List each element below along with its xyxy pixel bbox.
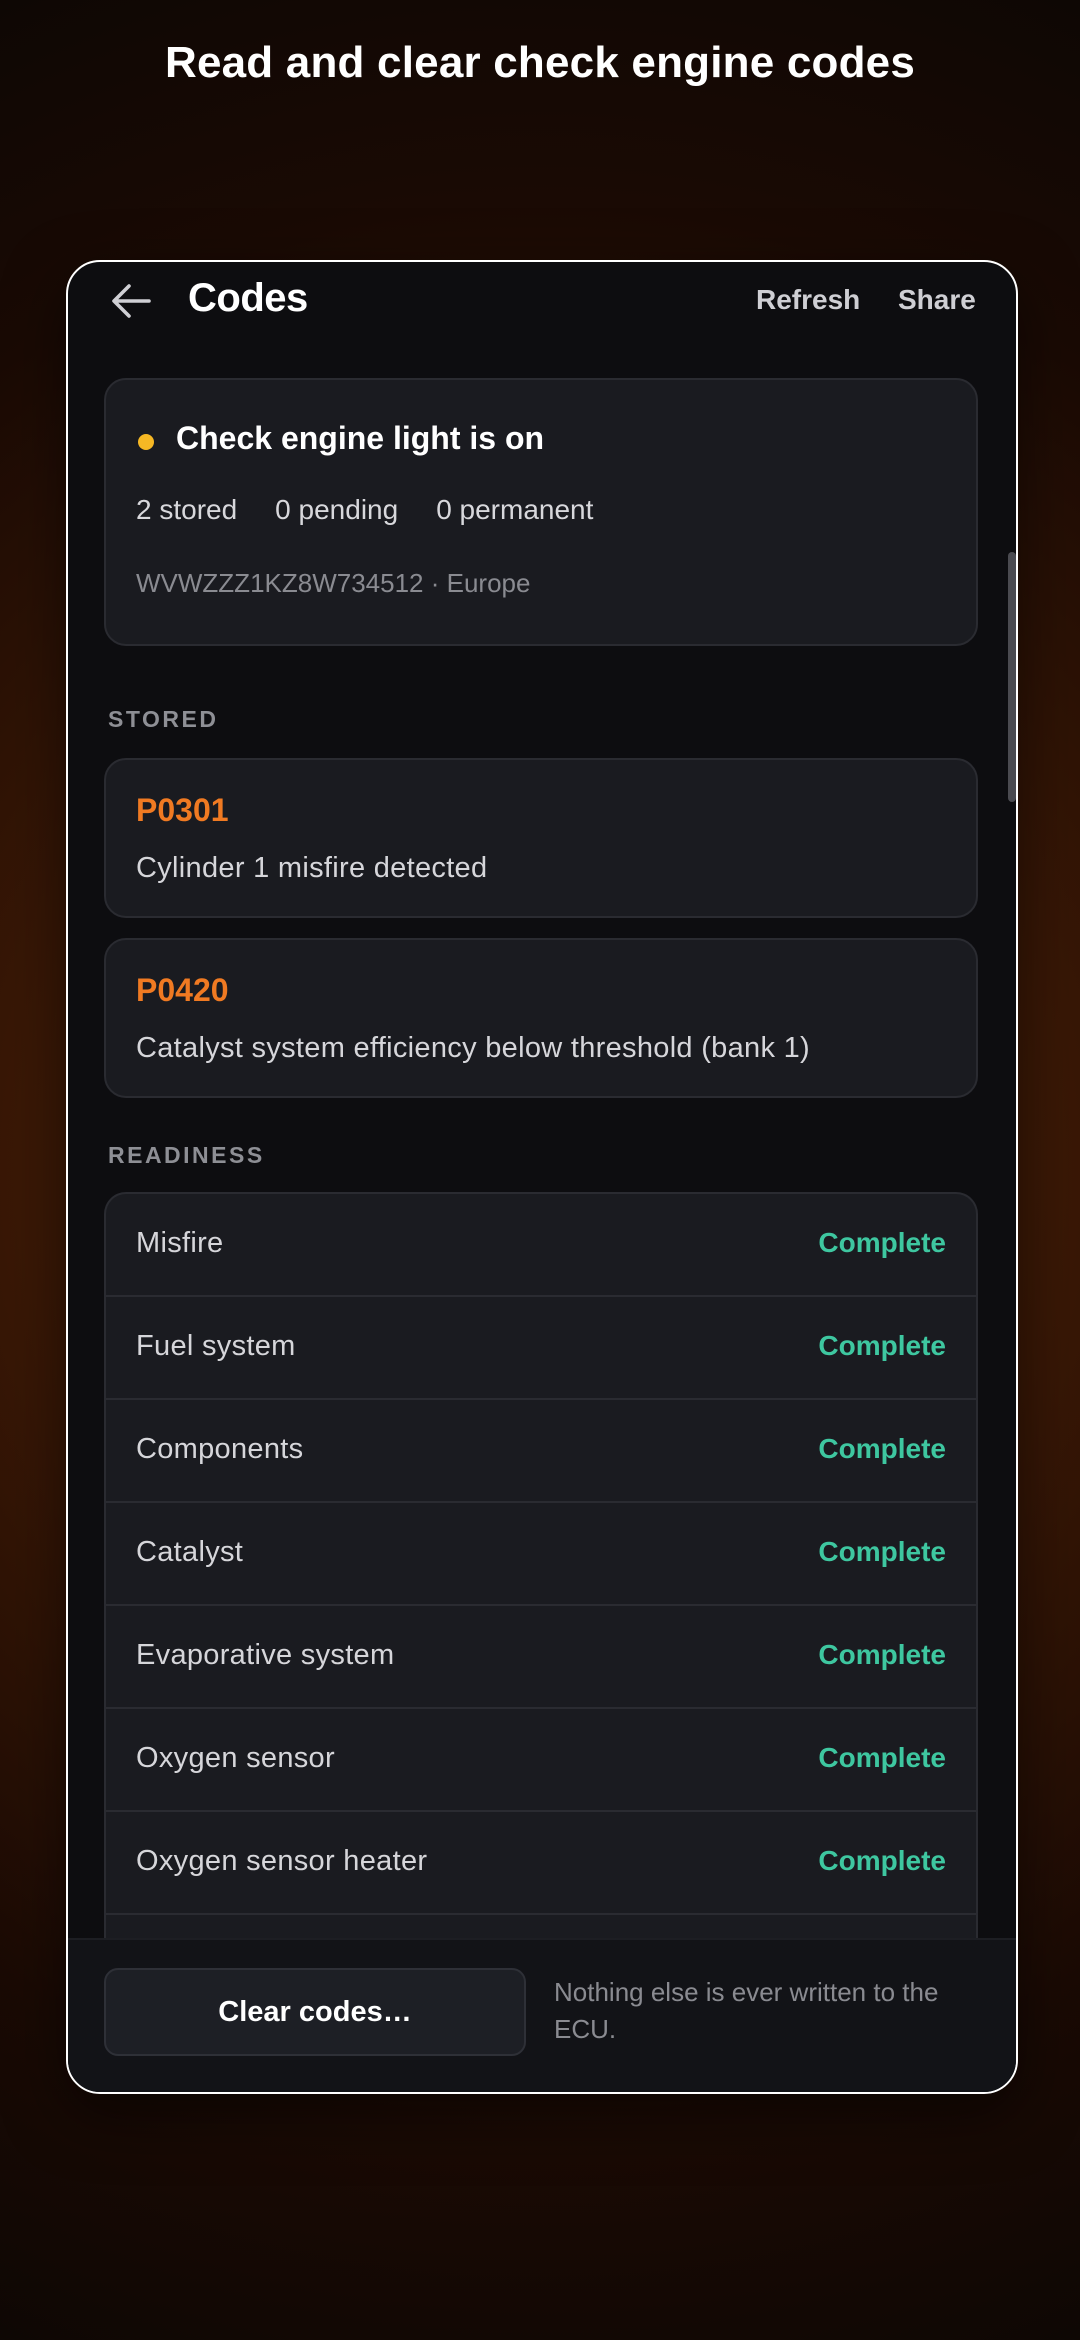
readiness-status: Complete xyxy=(818,1639,946,1670)
readiness-row-components: Components Complete xyxy=(106,1400,976,1503)
readiness-name: Oxygen sensor xyxy=(136,1742,335,1774)
readiness-name: Misfire xyxy=(136,1227,224,1259)
readiness-name: Catalyst xyxy=(136,1536,244,1568)
readiness-name: Oxygen sensor heater xyxy=(136,1845,428,1877)
warning-dot-icon xyxy=(138,434,154,450)
readiness-row-catalyst: Catalyst Complete xyxy=(106,1503,976,1606)
readiness-row-oxygen-sensor-heater: Oxygen sensor heater Complete xyxy=(106,1812,976,1915)
readiness-name: Fuel system xyxy=(136,1330,296,1362)
readiness-status: Complete xyxy=(818,1330,946,1361)
code-counts: 2 stored 0 pending 0 permanent xyxy=(136,494,631,526)
section-label-stored: STORED xyxy=(108,706,219,732)
share-button[interactable]: Share xyxy=(898,284,976,316)
app-bar: Codes Refresh Share xyxy=(68,262,1016,342)
refresh-button[interactable]: Refresh xyxy=(756,284,860,316)
pending-count: 0 pending xyxy=(275,494,399,525)
readiness-status: Complete xyxy=(818,1536,946,1567)
page-title: Codes xyxy=(188,276,308,320)
section-label-readiness: READINESS xyxy=(108,1142,265,1168)
readiness-status: Complete xyxy=(818,1227,946,1258)
readiness-row-oxygen-sensor: Oxygen sensor Complete xyxy=(106,1709,976,1812)
readiness-status: Complete xyxy=(818,1845,946,1876)
code-description: Catalyst system efficiency below thresho… xyxy=(136,1032,811,1064)
vehicle-info: WVWZZZ1KZ8W734512 · Europe xyxy=(136,568,531,598)
readiness-list: Misfire Complete Fuel system Complete Co… xyxy=(104,1192,978,1952)
code-id: P0420 xyxy=(136,972,229,1008)
code-description: Cylinder 1 misfire detected xyxy=(136,852,488,884)
scrollbar[interactable] xyxy=(1008,552,1016,802)
phone-screen: Codes Refresh Share Check engine light i… xyxy=(66,260,1018,2094)
safety-note: Nothing else is ever written to the ECU. xyxy=(554,1977,939,2044)
permanent-count: 0 permanent xyxy=(436,494,594,525)
code-id: P0301 xyxy=(136,792,229,828)
readiness-row-evaporative-system: Evaporative system Complete xyxy=(106,1606,976,1709)
bottom-action-bar: Clear codes… Nothing else is ever writte… xyxy=(68,1938,1016,2092)
readiness-name: Components xyxy=(136,1433,304,1465)
status-title: Check engine light is on xyxy=(176,420,545,456)
promo-headline: Read and clear check engine codes xyxy=(164,38,916,87)
readiness-row-misfire: Misfire Complete xyxy=(106,1194,976,1297)
back-button[interactable] xyxy=(106,276,156,326)
stored-count: 2 stored xyxy=(136,494,238,525)
code-card[interactable]: P0301 Cylinder 1 misfire detected xyxy=(104,758,978,918)
status-summary-card: Check engine light is on 2 stored 0 pend… xyxy=(104,378,978,646)
readiness-name: Evaporative system xyxy=(136,1639,395,1671)
readiness-status: Complete xyxy=(818,1433,946,1464)
readiness-status: Complete xyxy=(818,1742,946,1773)
arrow-left-icon xyxy=(112,284,151,318)
code-card[interactable]: P0420 Catalyst system efficiency below t… xyxy=(104,938,978,1098)
clear-codes-button[interactable]: Clear codes… xyxy=(104,1968,526,2056)
readiness-row-fuel-system: Fuel system Complete xyxy=(106,1297,976,1400)
